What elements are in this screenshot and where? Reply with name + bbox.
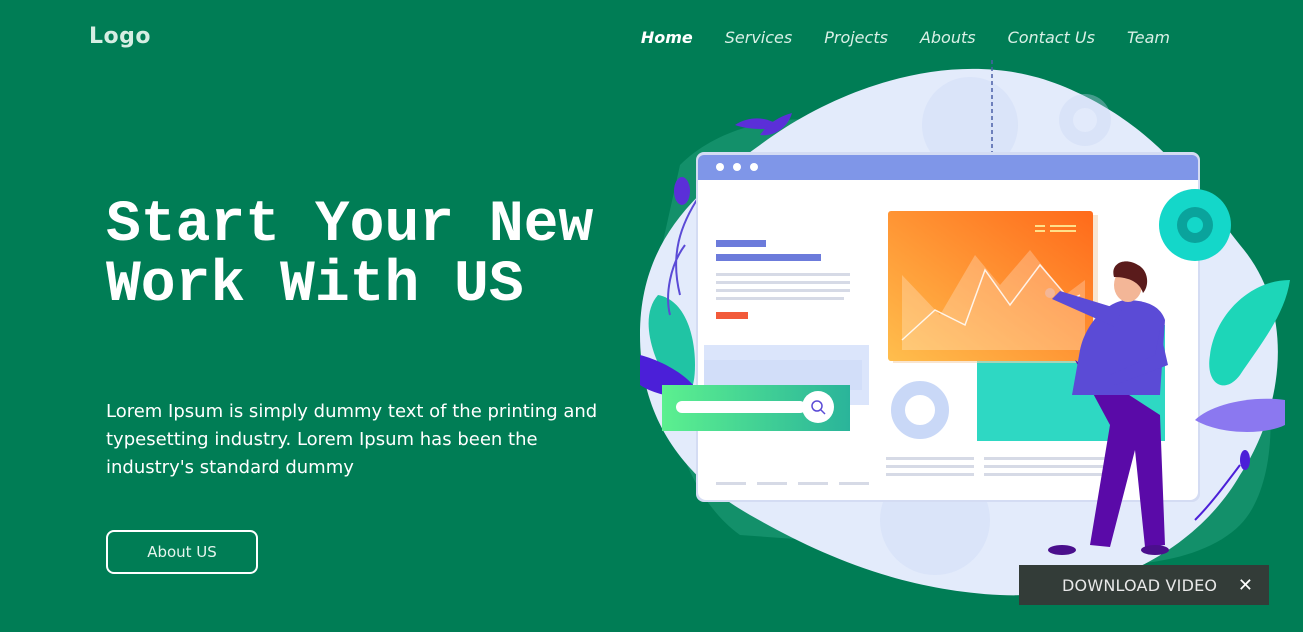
- hero-illustration: [640, 60, 1290, 596]
- hero-title-line-1: Start Your New: [106, 193, 594, 258]
- nav-team[interactable]: Team: [1127, 28, 1170, 47]
- hero-description: Lorem Ipsum is simply dummy text of the …: [106, 401, 598, 478]
- nav-projects[interactable]: Projects: [824, 28, 888, 47]
- nav-home[interactable]: Home: [641, 28, 693, 47]
- area-chart-icon: [888, 211, 1098, 363]
- about-us-button[interactable]: About US: [106, 530, 258, 574]
- nav-abouts[interactable]: Abouts: [920, 28, 976, 47]
- download-video-button[interactable]: DOWNLOAD VIDEO: [1062, 576, 1217, 595]
- main-nav: Home Services Projects Abouts Contact Us…: [609, 28, 1170, 47]
- search-bar-graphic: [662, 385, 850, 431]
- nav-contact-us[interactable]: Contact Us: [1008, 28, 1095, 47]
- hero-title-line-2: Work With US: [106, 253, 524, 318]
- close-icon[interactable]: ✕: [1238, 576, 1253, 594]
- download-video-bar: DOWNLOAD VIDEO ✕: [1019, 565, 1269, 605]
- hero-title: Start Your New Work With US: [106, 196, 626, 316]
- search-icon: [802, 391, 834, 423]
- nav-services[interactable]: Services: [725, 28, 792, 47]
- gear-icon: [1159, 189, 1231, 261]
- logo[interactable]: Logo: [89, 24, 151, 49]
